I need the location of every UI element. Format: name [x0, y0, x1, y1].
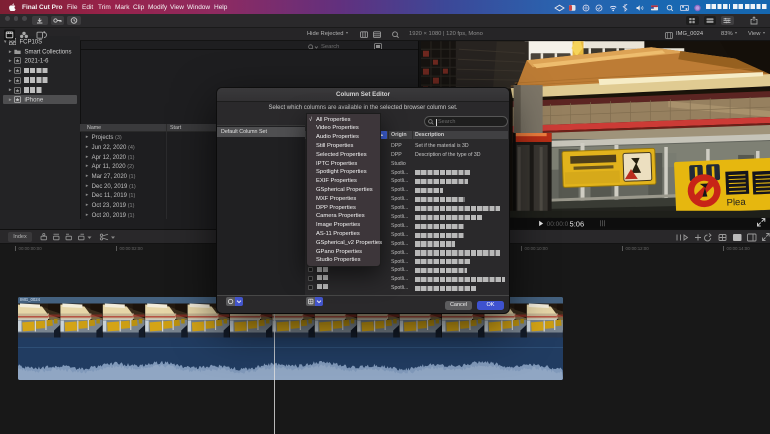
- svg-text:5:06: 5:06: [570, 220, 585, 229]
- svg-text:00:00:0: 00:00:0: [547, 221, 569, 228]
- svg-text:Plea: Plea: [726, 197, 746, 209]
